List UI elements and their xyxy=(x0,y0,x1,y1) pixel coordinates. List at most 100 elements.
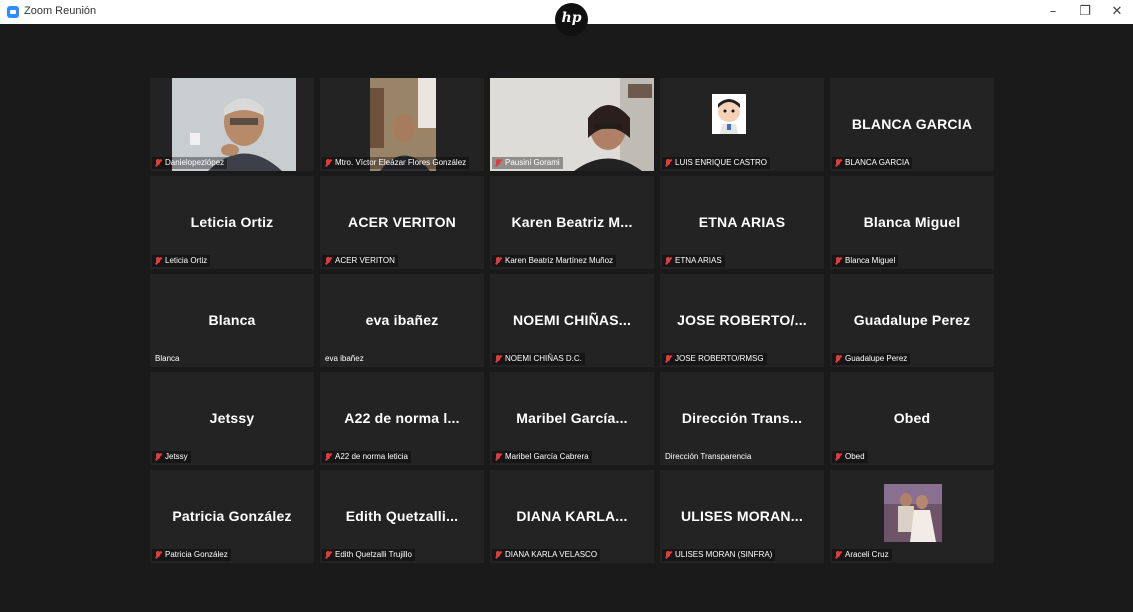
participant-name: Blanca Miguel xyxy=(845,256,896,265)
gallery-grid: Danielopezlópez Mtro. Víctor Eleázar Flo… xyxy=(150,78,1002,566)
mic-muted-icon xyxy=(665,551,671,559)
participant-name: Jetssy xyxy=(165,452,188,461)
participant-tile[interactable]: Edith Quetzalli... Edith Quetzalli Truji… xyxy=(320,470,484,563)
participant-name: LUIS ENRIQUE CASTRO xyxy=(675,158,768,167)
participant-name: Danielopezlópez xyxy=(165,158,225,167)
participant-video xyxy=(884,484,942,542)
participant-name-label: Jetssy xyxy=(152,451,191,463)
mic-muted-icon xyxy=(325,551,331,559)
participant-display-name: JOSE ROBERTO/... xyxy=(677,312,807,328)
participant-name-label: Araceli Cruz xyxy=(832,549,892,561)
participant-name-label: Karen Beatriz Martínez Muñoz xyxy=(492,255,617,267)
close-button[interactable]: ✕ xyxy=(1107,2,1127,22)
participant-tile[interactable]: ACER VERITON ACER VERITON xyxy=(320,176,484,269)
mic-muted-icon xyxy=(835,551,841,559)
participant-tile[interactable]: Karen Beatriz M... Karen Beatriz Martíne… xyxy=(490,176,654,269)
participant-display-name: DIANA KARLA... xyxy=(516,508,628,524)
participant-tile[interactable]: Leticia Ortiz Leticia Ortiz xyxy=(150,176,314,269)
participant-name: Mtro. Víctor Eleázar Flores González xyxy=(335,158,467,167)
participant-name-label: Danielopezlópez xyxy=(152,157,228,169)
participant-display-name: Blanca Miguel xyxy=(863,214,961,230)
mic-muted-icon xyxy=(495,551,501,559)
participant-tile[interactable]: Danielopezlópez xyxy=(150,78,314,171)
wedding-photo xyxy=(884,484,942,542)
participant-tile[interactable]: JOSE ROBERTO/... JOSE ROBERTO/RMSG xyxy=(660,274,824,367)
participant-name: Pausini Gorami xyxy=(505,158,560,167)
participant-name: Araceli Cruz xyxy=(845,550,889,559)
minimize-button[interactable]: – xyxy=(1043,2,1063,22)
participant-name-label: Maribel García Cabrera xyxy=(492,451,592,463)
participant-name-label: Blanca Miguel xyxy=(832,255,899,267)
participant-display-name: Maribel García... xyxy=(516,410,628,426)
participant-tile[interactable]: Pausini Gorami xyxy=(490,78,654,171)
participant-tile[interactable]: ETNA ARIAS ETNA ARIAS xyxy=(660,176,824,269)
participant-name-label: Obed xyxy=(832,451,868,463)
participant-display-name: ETNA ARIAS xyxy=(698,214,786,230)
participant-tile[interactable]: Guadalupe Perez Guadalupe Perez xyxy=(830,274,994,367)
participant-tile[interactable]: eva ibañez eva ibañez xyxy=(320,274,484,367)
participant-name: ACER VERITON xyxy=(335,256,395,265)
participant-tile[interactable]: Maribel García... Maribel García Cabrera xyxy=(490,372,654,465)
participant-name-label: JOSE ROBERTO/RMSG xyxy=(662,353,767,365)
participant-tile[interactable]: Mtro. Víctor Eleázar Flores González xyxy=(320,78,484,171)
zoom-app-icon xyxy=(7,6,19,18)
participant-name: A22 de norma leticia xyxy=(335,452,408,461)
participant-name-label: DIANA KARLA VELASCO xyxy=(492,549,601,561)
participant-tile[interactable]: BLANCA GARCIA BLANCA GARCIA xyxy=(830,78,994,171)
participant-name-label: Edith Quetzalli Trujillo xyxy=(322,549,415,561)
mic-muted-icon xyxy=(495,453,501,461)
participant-display-name: Edith Quetzalli... xyxy=(345,508,459,524)
window-title: Zoom Reunión xyxy=(24,5,97,17)
participant-name-label: ACER VERITON xyxy=(322,255,398,267)
participant-name: Patricia González xyxy=(165,550,228,559)
mic-muted-icon xyxy=(325,453,331,461)
cartoon-avatar-icon xyxy=(712,94,746,134)
participant-tile[interactable]: Patricia González Patricia González xyxy=(150,470,314,563)
participant-tile[interactable]: ULISES MORAN... ULISES MORAN (SINFRA) xyxy=(660,470,824,563)
participant-display-name: NOEMI CHIÑAS... xyxy=(512,312,632,328)
participant-name: DIANA KARLA VELASCO xyxy=(505,550,598,559)
participant-tile[interactable]: Dirección Trans... Dirección Transparenc… xyxy=(660,372,824,465)
mic-muted-icon xyxy=(495,257,501,265)
mic-muted-icon xyxy=(835,257,841,265)
participant-display-name: Leticia Ortiz xyxy=(190,214,274,230)
participant-name: eva ibañez xyxy=(325,354,364,363)
participant-name-label: ETNA ARIAS xyxy=(662,255,725,267)
participant-tile[interactable]: DIANA KARLA... DIANA KARLA VELASCO xyxy=(490,470,654,563)
participant-display-name: Obed xyxy=(893,410,931,426)
participant-tile[interactable]: Araceli Cruz xyxy=(830,470,994,563)
participant-tile[interactable]: Blanca Miguel Blanca Miguel xyxy=(830,176,994,269)
mic-muted-icon xyxy=(665,159,671,167)
participant-tile[interactable]: NOEMI CHIÑAS... NOEMI CHIÑAS D.C. xyxy=(490,274,654,367)
mic-muted-icon xyxy=(155,159,161,167)
participant-tile[interactable]: Obed Obed xyxy=(830,372,994,465)
mic-muted-icon xyxy=(325,257,331,265)
participant-tile[interactable]: A22 de norma l... A22 de norma leticia xyxy=(320,372,484,465)
mic-muted-icon xyxy=(495,355,501,363)
participant-tile[interactable]: LUIS ENRIQUE CASTRO xyxy=(660,78,824,171)
participant-name: ETNA ARIAS xyxy=(675,256,722,265)
participant-name-label: Dirección Transparencia xyxy=(662,451,754,463)
participant-name: Guadalupe Perez xyxy=(845,354,908,363)
participant-tile[interactable]: Jetssy Jetssy xyxy=(150,372,314,465)
participant-name: Blanca xyxy=(155,354,180,363)
participant-display-name: A22 de norma l... xyxy=(344,410,460,426)
participant-name-label: ULISES MORAN (SINFRA) xyxy=(662,549,776,561)
participant-display-name: Guadalupe Perez xyxy=(853,312,971,328)
participant-name-label: Patricia González xyxy=(152,549,231,561)
participant-name-label: Mtro. Víctor Eleázar Flores González xyxy=(322,157,470,169)
participant-tile[interactable]: Blanca Blanca xyxy=(150,274,314,367)
mic-muted-icon xyxy=(495,159,501,167)
participant-display-name: BLANCA GARCIA xyxy=(851,116,973,132)
mic-muted-icon xyxy=(665,257,671,265)
participant-avatar xyxy=(712,94,746,134)
participant-name: JOSE ROBERTO/RMSG xyxy=(675,354,764,363)
mic-muted-icon xyxy=(835,355,841,363)
maximize-button[interactable]: ❐ xyxy=(1075,2,1095,22)
mic-muted-icon xyxy=(835,159,841,167)
participant-name-label: BLANCA GARCIA xyxy=(832,157,913,169)
participant-name-label: eva ibañez xyxy=(322,353,367,365)
participant-display-name: Jetssy xyxy=(209,410,255,426)
participant-display-name: eva ibañez xyxy=(365,312,439,328)
mic-muted-icon xyxy=(155,257,161,265)
